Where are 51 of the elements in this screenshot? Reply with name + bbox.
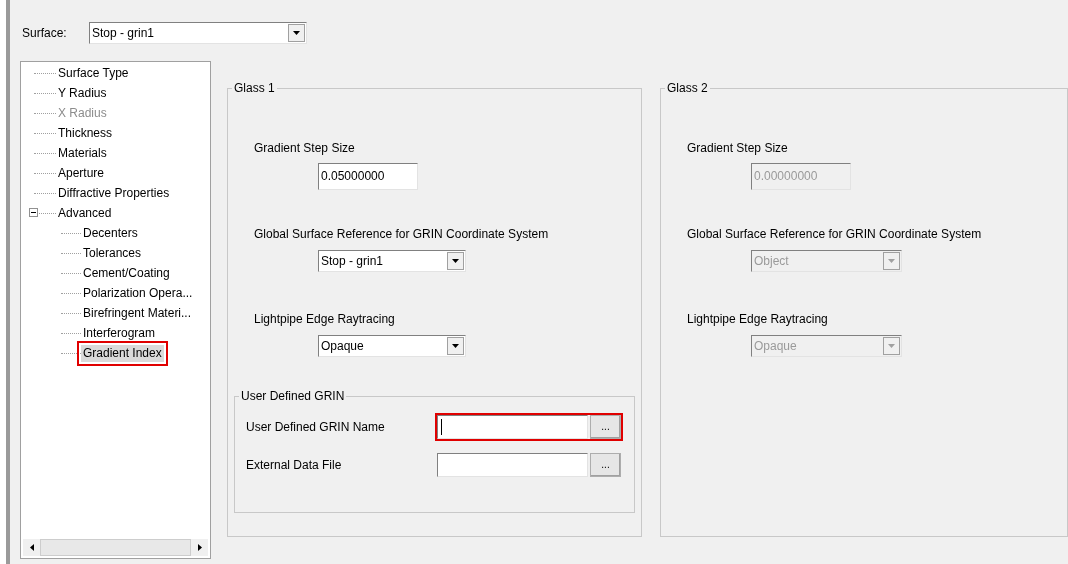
field-value: 0.05000000	[321, 169, 385, 183]
group-title: User Defined GRIN	[240, 388, 346, 405]
field-label: Gradient Step Size	[687, 140, 789, 157]
tree-item[interactable]: Polarization Opera...	[81, 284, 195, 302]
dropdown-arrow-icon	[888, 344, 895, 348]
dropdown-arrow-icon	[452, 344, 459, 348]
field-label: Gradient Step Size	[254, 140, 356, 157]
dropdown[interactable]: Opaque	[318, 335, 466, 357]
tree-item[interactable]: Y Radius	[56, 84, 109, 102]
field-label: Lightpipe Edge Raytracing	[687, 311, 829, 328]
group-title: Glass 2	[666, 80, 709, 97]
tree-item[interactable]: Diffractive Properties	[56, 184, 172, 202]
browse-button[interactable]: ...	[590, 415, 621, 439]
tree-item[interactable]: Tolerances	[81, 244, 144, 262]
tree-item[interactable]: Interferogram	[81, 324, 158, 342]
dropdown[interactable]: Stop - grin1	[89, 22, 307, 44]
scrollbar-thumb[interactable]	[40, 539, 191, 556]
tree-item[interactable]: Decenters	[81, 224, 140, 242]
tree-item[interactable]: Birefringent Materi...	[81, 304, 194, 322]
dropdown-button[interactable]	[288, 24, 305, 42]
dropdown-button[interactable]	[447, 337, 464, 355]
field-label: Global Surface Reference for GRIN Coordinate System	[687, 226, 983, 243]
tree-item[interactable]: Materials	[56, 144, 109, 162]
dropdown-arrow-icon	[452, 259, 459, 263]
horizontal-scrollbar[interactable]	[23, 539, 208, 556]
dropdown[interactable]: Stop - grin1	[318, 250, 466, 272]
text-field[interactable]: 0.05000000	[318, 163, 418, 190]
tree-item[interactable]: Cement/Coating	[81, 264, 172, 282]
browse-button[interactable]: ...	[590, 453, 621, 477]
dropdown-value: Stop - grin1	[91, 25, 156, 42]
field-label: User Defined GRIN Name	[246, 419, 386, 436]
dropdown-value: Opaque	[753, 338, 798, 355]
field-label: Global Surface Reference for GRIN Coordinate System	[254, 226, 550, 243]
text-field[interactable]	[437, 453, 588, 477]
tree-item[interactable]: Advanced	[56, 204, 114, 222]
dropdown-value: Stop - grin1	[320, 253, 385, 270]
tree-item[interactable]: Aperture	[56, 164, 107, 182]
text-field[interactable]	[437, 415, 588, 439]
field-value: 0.00000000	[754, 169, 818, 183]
dropdown-arrow-icon	[888, 259, 895, 263]
field-label: Lightpipe Edge Raytracing	[254, 311, 396, 328]
collapse-icon[interactable]	[29, 208, 38, 217]
field-label: External Data File	[246, 457, 343, 474]
group-title: Glass 1	[233, 80, 276, 97]
tree-item[interactable]: Thickness	[56, 124, 115, 142]
dropdown-value: Object	[753, 253, 790, 270]
dropdown-button[interactable]	[447, 252, 464, 270]
dropdown-arrow-icon	[293, 31, 300, 35]
dropdown-value: Opaque	[320, 338, 365, 355]
surface-label: Surface:	[22, 25, 68, 42]
tree-item[interactable]: Surface Type	[56, 64, 131, 82]
